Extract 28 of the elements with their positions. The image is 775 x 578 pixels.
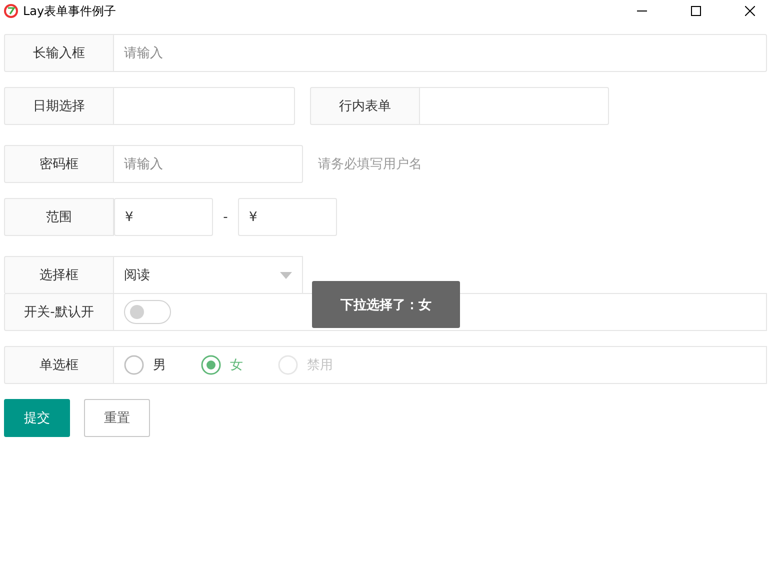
field-label: 长输入框 bbox=[4, 34, 114, 72]
toggle-switch[interactable] bbox=[124, 300, 171, 324]
input-field[interactable]: 请输入 bbox=[114, 34, 767, 72]
range-to-field[interactable]: ¥ bbox=[238, 198, 337, 236]
close-icon[interactable] bbox=[745, 6, 755, 16]
field-label: 行内表单 bbox=[310, 87, 420, 125]
date-field[interactable] bbox=[114, 87, 295, 125]
maximize-icon[interactable] bbox=[691, 6, 701, 16]
caret-icon bbox=[280, 272, 292, 278]
range-separator: - bbox=[222, 210, 229, 224]
app-logo-icon bbox=[3, 3, 19, 19]
field-label: 开关-默认开 bbox=[4, 293, 114, 331]
radio-option[interactable]: 男 bbox=[124, 355, 166, 375]
radio-icon[interactable] bbox=[124, 355, 144, 375]
window-title: Lay表单事件例子 bbox=[23, 2, 118, 20]
reset-button[interactable]: 重置 bbox=[84, 399, 150, 437]
field-label: 单选框 bbox=[4, 346, 114, 384]
field-label: 范围 bbox=[4, 198, 114, 236]
password-field[interactable]: 请输入 bbox=[114, 145, 303, 183]
range-from-field[interactable]: ¥ bbox=[114, 198, 213, 236]
field-hint: 请务必填写用户名 bbox=[318, 156, 422, 173]
input-field[interactable] bbox=[420, 87, 609, 125]
radio-icon[interactable] bbox=[201, 355, 221, 375]
field-label: 密码框 bbox=[4, 145, 114, 183]
field-label: 日期选择 bbox=[4, 87, 114, 125]
field-label: 选择框 bbox=[4, 256, 114, 294]
toast-message: 下拉选择了：女 bbox=[312, 281, 460, 328]
submit-button[interactable]: 提交 bbox=[4, 399, 70, 437]
